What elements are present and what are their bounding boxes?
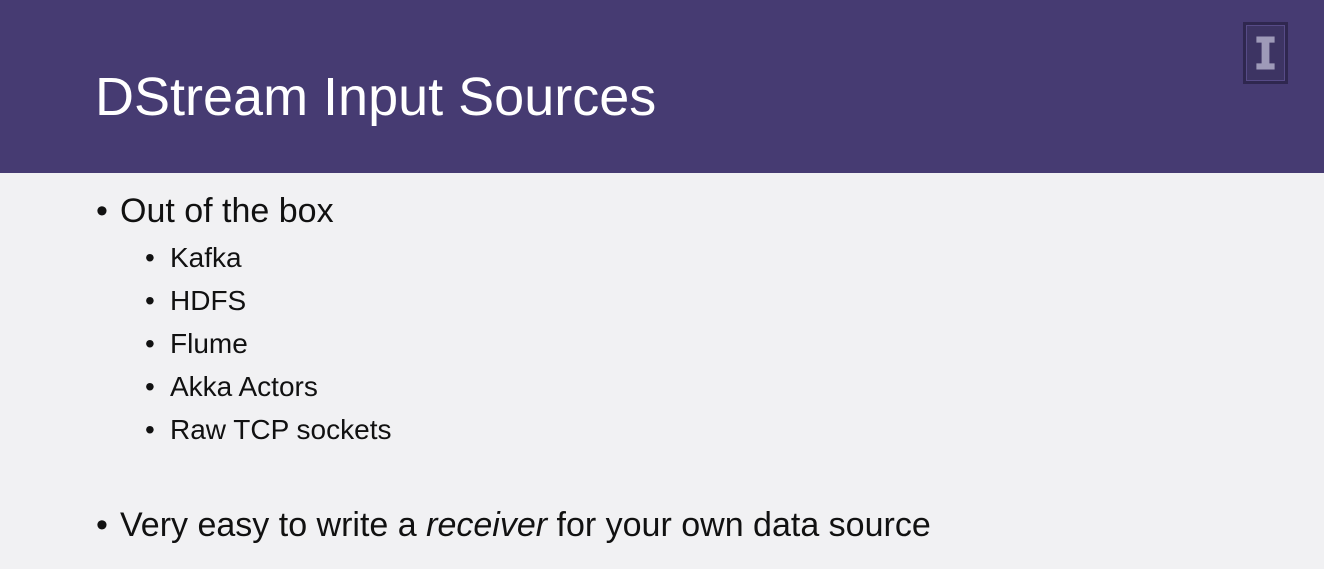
sub-bullet-text: Flume xyxy=(170,328,248,359)
sub-bullet-text: Raw TCP sockets xyxy=(170,414,392,445)
sub-bullet-kafka: • Kafka xyxy=(145,236,391,279)
bullet-custom-receiver: • Very easy to write a receiver for your … xyxy=(96,505,931,545)
bullet-text-emphasis: receiver xyxy=(426,506,548,544)
sub-bullet-hdfs: • HDFS xyxy=(145,279,391,322)
bullet-text: Out of the box xyxy=(120,192,334,230)
slide-title: DStream Input Sources xyxy=(95,67,657,127)
slide-body: • Out of the box • Kafka • HDFS • Flume • Akk… xyxy=(0,173,1324,569)
sub-bullet-text: Kafka xyxy=(170,242,242,273)
sub-bullet-akka-actors: • Akka Actors xyxy=(145,365,391,408)
bullet-dot-icon: • xyxy=(145,414,155,445)
bullet-text-after: for your own data source xyxy=(547,506,931,544)
bullet-out-of-the-box: • Out of the box xyxy=(96,191,334,231)
sub-bullet-text: HDFS xyxy=(170,285,247,316)
bullet-text-before: Very easy to write a xyxy=(120,506,427,544)
bullet-dot-icon: • xyxy=(96,506,108,544)
block-i-logo-icon xyxy=(1243,22,1288,84)
sub-bullet-flume: • Flume xyxy=(145,322,391,365)
bullet-dot-icon: • xyxy=(145,371,155,402)
bullet-dot-icon: • xyxy=(145,242,155,273)
bullet-dot-icon: • xyxy=(145,285,155,316)
sub-bullet-list: • Kafka • HDFS • Flume • Akka Actors • Raw TC… xyxy=(145,236,391,451)
bullet-dot-icon: • xyxy=(145,328,155,359)
bullet-dot-icon: • xyxy=(96,192,108,230)
slide-header: DStream Input Sources xyxy=(0,0,1324,173)
sub-bullet-text: Akka Actors xyxy=(170,371,318,402)
sub-bullet-raw-tcp-sockets: • Raw TCP sockets xyxy=(145,408,391,451)
